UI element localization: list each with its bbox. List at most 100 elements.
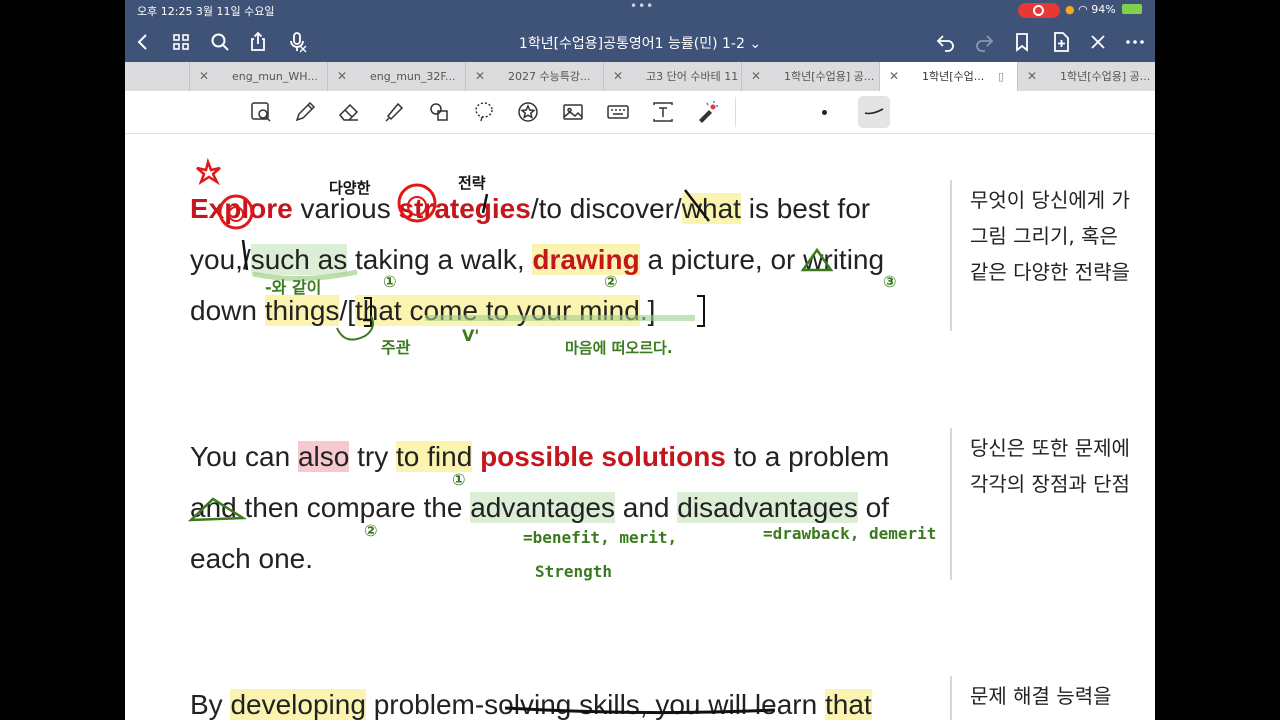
annotation-subject: 주관 — [381, 338, 411, 357]
tab-label: eng_mun_WH... — [232, 70, 318, 83]
close-tab-icon[interactable]: ✕ — [889, 62, 899, 91]
tab-7[interactable]: ✕ 1학년[수업용] 공... — [1018, 62, 1155, 91]
korean-translation-3: 문제 해결 능력을 — [970, 678, 1155, 714]
annotation-verb: V' — [462, 326, 480, 345]
close-tab-icon[interactable]: ✕ — [337, 62, 347, 91]
tab-partial[interactable] — [125, 62, 190, 91]
korean-line: 당신은 또한 문제에 — [970, 436, 1130, 460]
text: problem-solving skills, you will learn — [365, 689, 825, 720]
laser-pointer-icon[interactable] — [695, 100, 719, 124]
korean-line: 무엇이 당신에게 가 — [970, 188, 1130, 212]
red-star-mark — [196, 157, 221, 186]
more-options-icon[interactable] — [1123, 30, 1147, 54]
annotation-strategy: 전략 — [458, 174, 486, 192]
close-tab-icon[interactable]: ✕ — [1027, 62, 1037, 91]
multitasking-dots[interactable]: ••• — [630, 0, 654, 13]
korean-translation-1: 무엇이 당신에게 가 그림 그리기, 혹은 같은 다양한 전략을 — [970, 182, 1155, 290]
text — [472, 441, 480, 472]
word-disadvantages: disadvantages — [677, 492, 858, 523]
close-pen-icon[interactable] — [1086, 30, 1110, 54]
word-also: also — [297, 441, 350, 472]
split-view-icon[interactable]: ▯ — [998, 62, 1004, 91]
annotation-number-1: ① — [383, 272, 397, 291]
undo-icon[interactable] — [934, 30, 958, 54]
text: /[ — [339, 295, 355, 326]
screen-recording-indicator[interactable] — [1018, 3, 1060, 18]
annotation-benefit: =benefit, merit, — [523, 528, 678, 547]
text-box-icon[interactable] — [651, 100, 675, 124]
close-tab-icon[interactable]: ✕ — [613, 62, 623, 91]
battery-icon — [1122, 4, 1143, 14]
annotation-compare-2: ② — [364, 521, 378, 540]
close-tab-icon[interactable]: ✕ — [199, 62, 209, 91]
tab-5[interactable]: ✕ 1학년[수업용] 공... — [742, 62, 880, 91]
text: By — [190, 689, 231, 720]
tab-active[interactable]: ✕ 1학년[수업... ▯ — [880, 62, 1018, 91]
app-screen: 오후 12:25 3월 11일 수요일 ••• ● ◠ 94% 1학년[수업용]… — [125, 0, 1155, 720]
lasso-zoom-icon[interactable] — [249, 100, 273, 124]
word-things: things — [264, 295, 340, 326]
eraser-icon[interactable] — [337, 100, 361, 124]
tab-label: 2027 수능특강... — [508, 70, 591, 83]
annotation-like: -와 같이 — [265, 278, 322, 297]
shapes-icon[interactable] — [427, 100, 451, 124]
text: /to discover/ — [530, 193, 682, 224]
phrase-to-find: to find — [396, 441, 473, 472]
tab-label: 고3 단어 수바테 11 — [646, 70, 739, 83]
korean-line: 같은 다양한 전략을 — [970, 260, 1130, 284]
highlighter-icon[interactable] — [382, 100, 406, 124]
pen-icon[interactable] — [293, 100, 317, 124]
top-navigation-bar: 오후 12:25 3월 11일 수요일 ••• ● ◠ 94% 1학년[수업용]… — [125, 0, 1155, 62]
keyboard-icon[interactable] — [606, 100, 630, 124]
korean-translation-2: 당신은 또한 문제에 각각의 장점과 단점 — [970, 430, 1155, 502]
paragraph-1: Explore various strategies/to discover/w… — [190, 183, 934, 336]
text: try — [349, 441, 396, 472]
annotation-number-3: ③ — [883, 272, 897, 291]
stroke-style-selector[interactable] — [858, 96, 890, 128]
tab-2[interactable]: ✕ eng_mun_32F... — [328, 62, 466, 91]
document-title[interactable]: 1학년[수업용]공통영어1 능률(민) 1-2 ⌄ — [125, 33, 1155, 53]
paragraph-3: By developing problem-solving skills, yo… — [190, 679, 934, 720]
status-indicators: ● ◠ 94% — [1065, 3, 1143, 16]
bookmark-icon[interactable] — [1010, 30, 1034, 54]
sticker-icon[interactable] — [516, 100, 540, 124]
word-that: that — [824, 689, 872, 720]
annotation-come-to-mind: 마음에 떠오르다. — [565, 339, 673, 357]
toolbar-divider — [735, 97, 736, 127]
word-strategies: strategies — [398, 193, 531, 224]
korean-line: 그림 그리기, 혹은 — [970, 224, 1118, 248]
tab-label: 1학년[수업용] 공... — [1060, 70, 1151, 83]
text: and — [615, 492, 678, 523]
text: taking a walk, — [347, 244, 533, 275]
word-developing: developing — [230, 689, 366, 720]
status-time: 오후 12:25 3월 11일 수요일 — [137, 5, 275, 18]
drawing-toolbar — [125, 91, 1155, 134]
close-tab-icon[interactable]: ✕ — [475, 62, 485, 91]
close-tab-icon[interactable]: ✕ — [751, 62, 761, 91]
phrase-such-as: such as — [250, 244, 348, 275]
document-tabs: ✕ eng_mun_WH... ✕ eng_mun_32F... ✕ 2027 … — [125, 62, 1155, 91]
annotation-drawback: =drawback, demerit — [763, 524, 937, 543]
battery-level: 94% — [1091, 3, 1116, 16]
annotation-strength: Strength — [535, 562, 613, 581]
annotation-to-find-1: ① — [452, 470, 466, 489]
word-advantages: advantages — [470, 492, 615, 523]
text: .] — [639, 295, 656, 326]
tab-1[interactable]: ✕ eng_mun_WH... — [190, 62, 328, 91]
word-explore: Explore — [190, 193, 293, 224]
column-divider — [950, 428, 952, 580]
word-drawing: drawing — [532, 244, 640, 275]
tab-3[interactable]: ✕ 2027 수능특강... — [466, 62, 604, 91]
lasso-icon[interactable] — [472, 100, 496, 124]
image-icon[interactable] — [561, 100, 585, 124]
text: You can — [190, 441, 298, 472]
column-divider — [950, 676, 952, 720]
wifi-icon: ● — [1065, 3, 1075, 16]
stroke-width-dot[interactable] — [822, 110, 827, 115]
relative-clause: that come to your mind — [355, 295, 640, 326]
redo-icon[interactable] — [972, 30, 996, 54]
add-page-icon[interactable] — [1049, 30, 1073, 54]
tab-label: 1학년[수업... — [922, 70, 985, 83]
korean-line: 문제 해결 능력을 — [970, 684, 1112, 708]
tab-4[interactable]: ✕ 고3 단어 수바테 11 — [604, 62, 742, 91]
